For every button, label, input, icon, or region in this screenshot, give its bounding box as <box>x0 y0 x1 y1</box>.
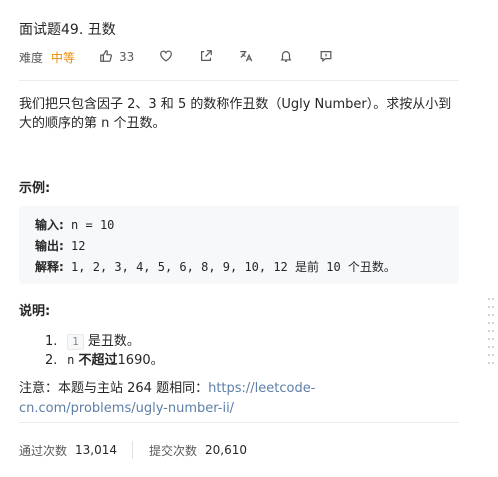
translate-icon <box>239 49 253 66</box>
header-divider <box>19 80 459 81</box>
difficulty-label: 难度 <box>19 50 44 65</box>
example-heading: 示例: <box>19 181 51 196</box>
difficulty-badge: 中等 <box>51 50 76 65</box>
like-button[interactable]: 33 <box>99 49 134 66</box>
share-button[interactable] <box>199 49 213 66</box>
list-item-text: 1690。 <box>117 353 164 368</box>
inline-code: n <box>67 353 75 367</box>
panel-resize-bar[interactable] <box>485 0 498 477</box>
drag-handle-icon[interactable] <box>488 298 495 364</box>
list-item-text: 是丑数。 <box>87 334 140 349</box>
list-item-number: 2. <box>45 353 58 368</box>
output-value: 12 <box>71 239 86 253</box>
stats-separator <box>132 441 134 459</box>
accepted-value: 13,014 <box>75 443 118 457</box>
note-prefix: 注意：本题与主站 264 题相同： <box>19 381 209 396</box>
list-item: 2. n 不超过1690。 <box>45 349 164 368</box>
feedback-button[interactable] <box>319 49 333 66</box>
output-label: 输出: <box>35 239 64 253</box>
problem-title: 面试题49. 丑数 <box>19 22 116 38</box>
submissions-value: 20,610 <box>205 443 248 457</box>
example-code-block: 输入: n = 10 输出: 12 解释: 1, 2, 3, 4, 5, 6, … <box>19 206 459 284</box>
explanation-label: 解释: <box>35 260 64 274</box>
like-count: 33 <box>119 50 135 64</box>
input-value: n = 10 <box>71 218 115 232</box>
list-item-number: 1. <box>45 334 58 349</box>
thumbs-up-icon <box>99 49 113 66</box>
favorite-button[interactable] <box>159 49 173 66</box>
share-icon <box>199 49 213 66</box>
problem-meta-bar: 难度 中等 33 <box>19 48 333 66</box>
submissions-label: 提交次数 <box>149 443 198 458</box>
bell-icon <box>279 49 293 66</box>
notes-heading: 说明: <box>19 304 51 319</box>
comment-icon <box>319 49 333 66</box>
input-label: 输入: <box>35 218 64 232</box>
translate-button[interactable] <box>239 49 253 66</box>
list-item: 1. 1 是丑数。 <box>45 330 140 350</box>
problem-description: 我们把只包含因子 2、3 和 5 的数称作丑数（Ugly Number）。求按从… <box>19 97 452 131</box>
subscribe-button[interactable] <box>279 49 293 66</box>
footer-divider <box>19 422 459 423</box>
example-explanation-line: 解释: 1, 2, 3, 4, 5, 6, 8, 9, 10, 12 是前 10… <box>35 258 396 275</box>
submission-stats: 通过次数 13,014 提交次数 20,610 <box>19 441 247 459</box>
heart-icon <box>159 49 173 66</box>
example-input-line: 输入: n = 10 <box>35 216 114 233</box>
accepted-label: 通过次数 <box>19 443 68 458</box>
example-output-line: 输出: 12 <box>35 237 86 254</box>
explanation-value: 1, 2, 3, 4, 5, 6, 8, 9, 10, 12 是前 10 个丑数… <box>71 260 396 274</box>
inline-code: 1 <box>67 334 84 350</box>
list-item-bold-text: 不超过 <box>78 353 118 368</box>
same-as-main-site-note: 注意：本题与主站 264 题相同：https://leetcode-cn.com… <box>19 379 459 419</box>
